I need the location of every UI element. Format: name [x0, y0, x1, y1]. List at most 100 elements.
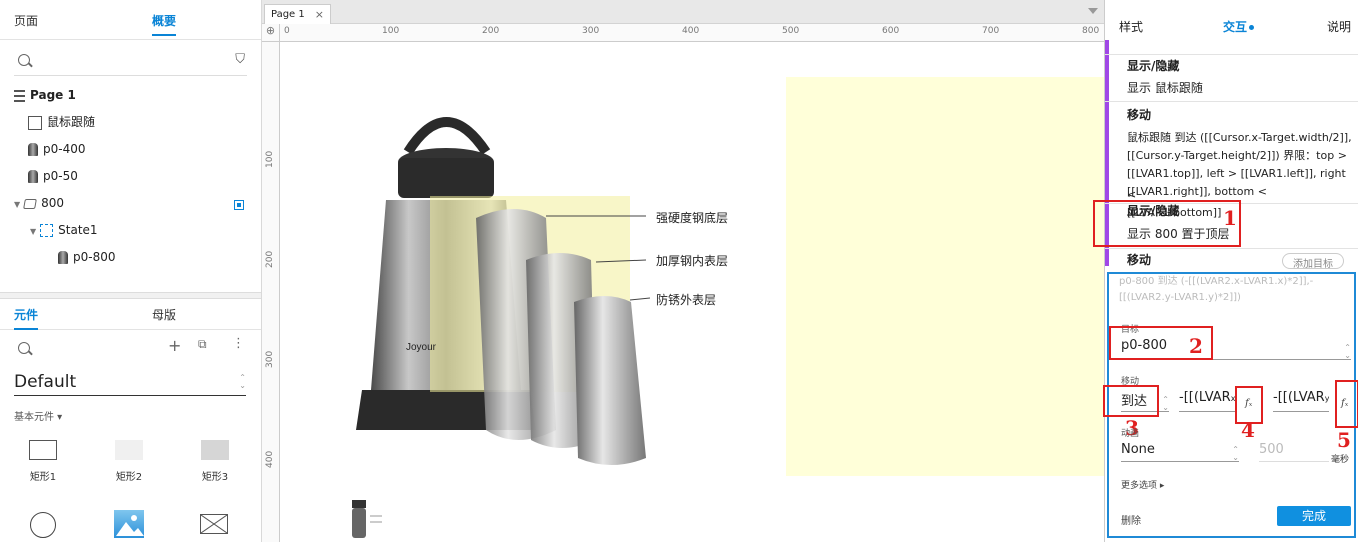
page-tab[interactable]: Page 1 ×	[264, 4, 331, 24]
panel-divider[interactable]	[0, 292, 261, 299]
outline-item-p0-50[interactable]: p0-50	[28, 167, 78, 185]
tabs-dropdown-icon[interactable]	[1088, 8, 1098, 14]
outline-item-label: p0-50	[43, 169, 78, 183]
tab-interactions[interactable]: 交互	[1223, 18, 1255, 35]
duration-input[interactable]: 500	[1259, 442, 1329, 462]
ruler-label: 0	[284, 26, 290, 36]
tab-notes[interactable]: 说明	[1327, 18, 1351, 35]
filter-icon[interactable]: ⛉	[235, 52, 245, 67]
widget-label: 矩形1	[29, 472, 57, 483]
ruler-label: 100	[382, 26, 400, 36]
annotation-number: 4	[1241, 418, 1255, 442]
search-icon	[18, 342, 30, 354]
duration-unit: 毫秒	[1331, 455, 1350, 465]
outline-item-label: p0-400	[43, 142, 86, 156]
y-suffix: y	[1324, 394, 1329, 403]
delete-button[interactable]: 删除	[1121, 512, 1141, 527]
divider	[1105, 101, 1358, 102]
outline-item-label: State1	[58, 223, 98, 237]
animation-label: 动画	[1121, 429, 1140, 439]
annotation-box-5	[1335, 380, 1358, 428]
widget-rect2[interactable]: 矩形2	[112, 440, 146, 483]
widget-rect1[interactable]: 矩形1	[26, 440, 60, 483]
product-brand: Joyour	[406, 342, 437, 353]
more-menu-icon[interactable]: ⋮	[232, 336, 245, 351]
ruler-label: 300	[265, 350, 275, 368]
image-thumb-icon	[58, 251, 68, 264]
mouse-follow-thumbnail[interactable]	[348, 498, 394, 542]
section-label-text: 基本元件	[14, 412, 54, 423]
image-thumb-icon	[28, 143, 38, 156]
editor-summary-line: [[(LVAR2.y-LVAR1.y)*2]])	[1119, 292, 1241, 303]
outline-item-800[interactable]: ▼ 800	[14, 194, 64, 212]
search-icon	[18, 54, 30, 66]
select-arrows-icon: ⌃ ⌄	[239, 373, 246, 390]
tab-interactions-label: 交互	[1223, 20, 1248, 34]
y-value-input[interactable]: -[[(LVARy	[1273, 390, 1329, 412]
collapse-caret-icon[interactable]: ▼	[30, 223, 36, 241]
select-arrows-icon: ⌃ ⌄	[1232, 445, 1239, 462]
widget-placeholder-icon[interactable]	[200, 514, 228, 534]
outline-item-label: 鼠标跟随	[47, 115, 96, 129]
page-icon	[14, 89, 25, 102]
vertical-ruler[interactable]: 100 200 300 400	[262, 42, 280, 542]
annotation-number: 5	[1337, 428, 1351, 452]
outline-page[interactable]: Page 1	[14, 86, 76, 104]
add-target-button[interactable]: 添加目标	[1282, 253, 1344, 270]
select-arrows-icon: ⌃ ⌄	[1344, 343, 1351, 360]
ruler-label: 200	[482, 26, 500, 36]
action-detail[interactable]: 显示 鼠标跟随	[1127, 78, 1203, 99]
divider	[1105, 54, 1358, 55]
page-tab-label: Page 1	[271, 9, 305, 20]
add-library-icon[interactable]: +	[168, 336, 181, 355]
x-value-input[interactable]: -[[(LVARx	[1179, 390, 1235, 412]
more-options-link[interactable]: 更多选项 ▸	[1121, 478, 1164, 491]
library-search[interactable]	[14, 334, 247, 364]
inspector-tabs: 样式 交互 说明	[1105, 0, 1358, 40]
outline-item-state1[interactable]: ▼ State1	[30, 221, 98, 239]
product-image[interactable]: Joyour	[346, 100, 766, 480]
editor-title: 移动	[1127, 253, 1152, 267]
animation-value: None	[1121, 442, 1155, 457]
right-panel: 样式 交互 说明 显示/隐藏 显示 鼠标跟随 移动 鼠标跟随 到达 ([[Cur…	[1093, 0, 1358, 542]
rectangle-icon	[28, 115, 42, 130]
left-panel: 页面 概要 ⛉ Page 1 鼠标跟随 p0-400 p0-50 ▼ 800 ▼ S…	[0, 0, 262, 542]
animation-select[interactable]: None ⌃ ⌄	[1121, 442, 1239, 462]
ruler-corner-icon[interactable]: ⊕	[262, 24, 280, 42]
widget-label: 矩形2	[115, 472, 143, 483]
ruler-label: 500	[782, 26, 800, 36]
action-title[interactable]: 显示/隐藏	[1127, 56, 1179, 77]
outline-page-label: Page 1	[30, 88, 76, 102]
placeholder-cross-icon	[200, 514, 228, 534]
widget-ellipse-icon[interactable]	[30, 512, 56, 538]
outline-tabs: 页面 概要	[0, 0, 261, 40]
rectangle-icon	[29, 440, 57, 460]
callout-inner-layer: 加厚钢内表层	[656, 254, 729, 268]
visibility-toggle-icon[interactable]	[234, 200, 244, 210]
widget-rect3[interactable]: 矩形3	[198, 440, 232, 483]
tab-widgets[interactable]: 元件	[14, 306, 39, 330]
outline-item-p0-800[interactable]: p0-800	[58, 248, 116, 266]
tab-pages[interactable]: 页面	[14, 12, 38, 29]
copy-library-icon[interactable]: ⧉	[198, 337, 207, 352]
section-label[interactable]: 基本元件 ▾	[14, 408, 62, 423]
widget-image-icon[interactable]	[114, 510, 144, 538]
outline-item-p0-400[interactable]: p0-400	[28, 140, 86, 158]
outline-item-mouse-follow[interactable]: 鼠标跟随	[28, 113, 95, 131]
tab-masters[interactable]: 母版	[152, 306, 176, 323]
page-tabbar: Page 1 ×	[262, 0, 1104, 24]
dynamic-panel-icon	[23, 198, 38, 209]
horizontal-ruler[interactable]: 0 100 200 300 400 500 600 700 800	[280, 24, 1104, 42]
more-options-text: 更多选项	[1121, 481, 1158, 491]
close-icon[interactable]: ×	[315, 8, 324, 21]
tab-style[interactable]: 样式	[1119, 18, 1143, 35]
outline-search[interactable]: ⛉	[14, 46, 247, 76]
tab-outline[interactable]: 概要	[152, 12, 177, 36]
collapse-caret-icon[interactable]: ▼	[14, 196, 20, 214]
image-thumb-icon	[28, 170, 38, 183]
done-button[interactable]: 完成	[1277, 506, 1351, 526]
state-icon	[40, 224, 54, 237]
library-select[interactable]: Default ⌃ ⌄	[14, 370, 246, 396]
panel-800-preview[interactable]	[786, 77, 1104, 476]
action-title[interactable]: 移动	[1127, 105, 1151, 126]
